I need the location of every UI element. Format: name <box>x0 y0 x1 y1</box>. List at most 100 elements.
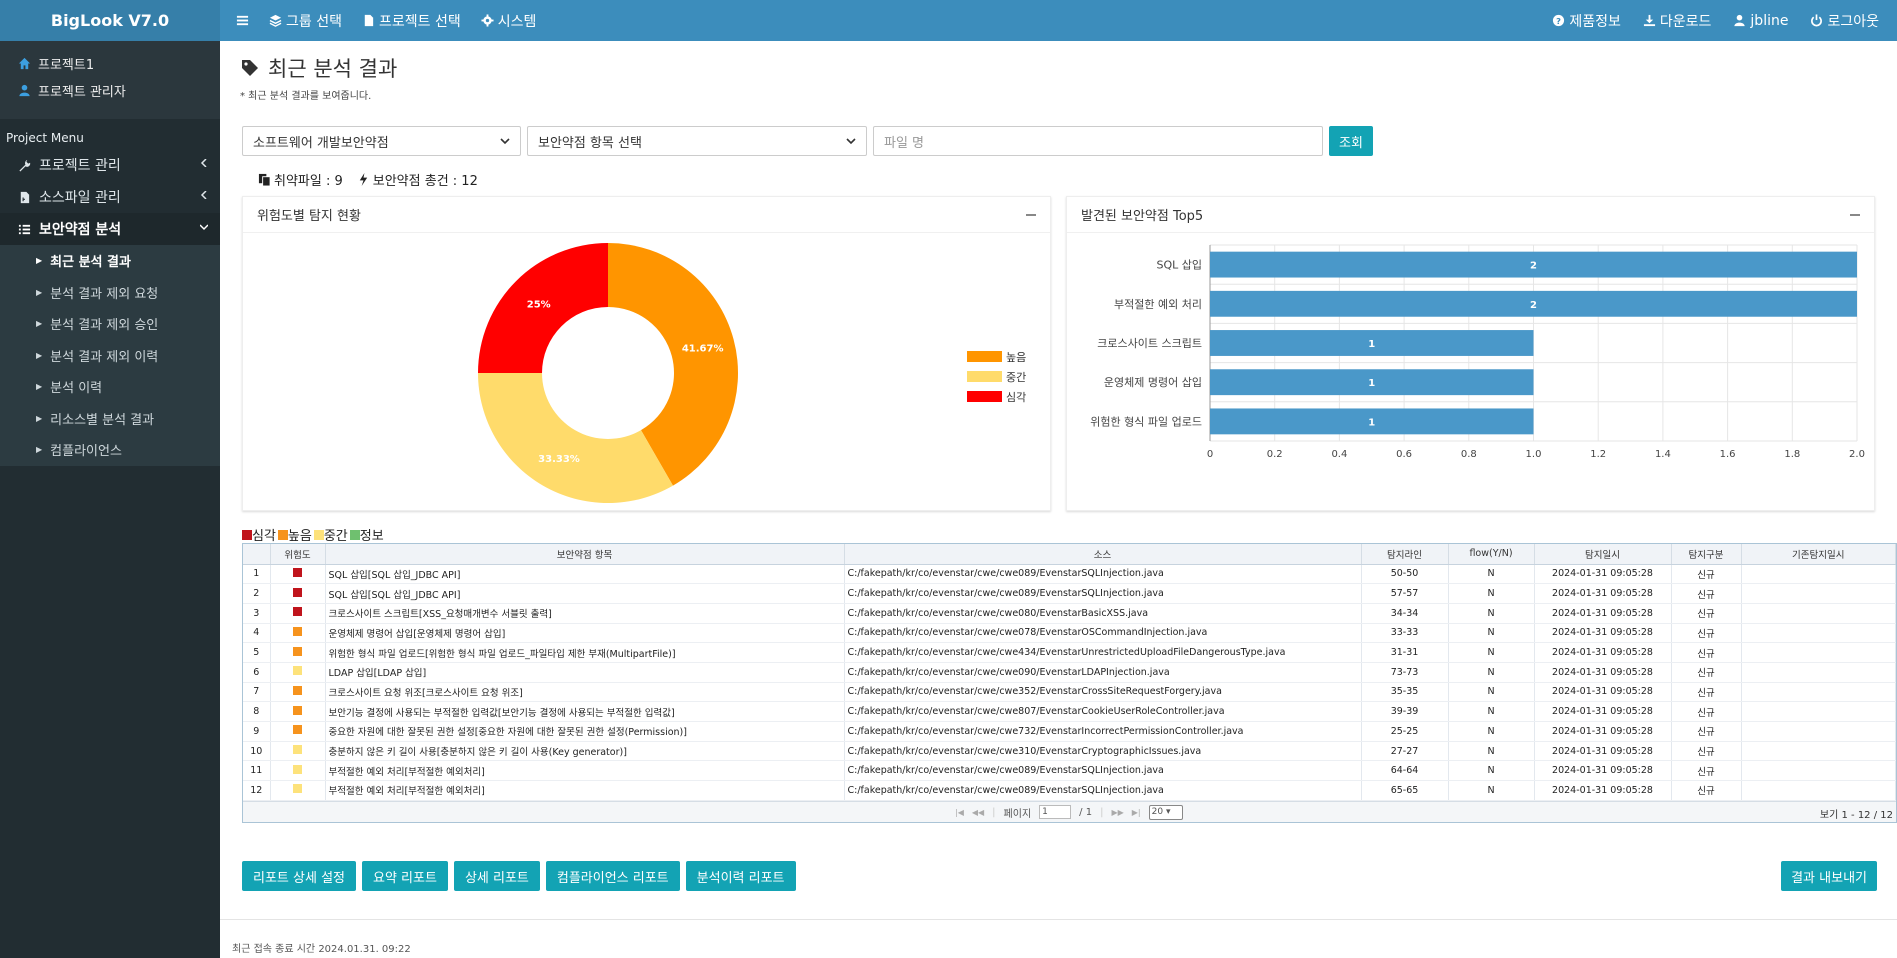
table-row[interactable]: 8 보안기능 결정에 사용되는 부적절한 입력값[보안기능 결정에 사용되는 부적… <box>243 701 1896 722</box>
cell-line: 27-27 <box>1361 741 1449 762</box>
pie-value-label: 33.33% <box>538 454 580 465</box>
sidebar-submenu: ▶ 최근 분석 결과 ▶ 분석 결과 제외 요청 ▶ 분석 결과 제외 승인 ▶ 분석 … <box>0 245 220 466</box>
bar-value-label: 2 <box>1530 300 1537 311</box>
cell-date: 2024-01-31 09:05:28 <box>1534 780 1672 801</box>
sidebar-subitem-resource-results[interactable]: ▶ 리소스별 분석 결과 <box>0 403 220 435</box>
sidebar-subitem-compliance[interactable]: ▶ 컴플라이언스 <box>0 434 220 466</box>
severity-square <box>293 587 302 597</box>
group-select-menu[interactable]: 그룹 선택 <box>269 11 342 31</box>
report-settings-button[interactable]: 리포트 상세 설정 <box>242 861 356 891</box>
pie-legend-swatch <box>967 391 1002 402</box>
col-source[interactable]: 소스 <box>844 544 1362 565</box>
legend-critical: 심각 <box>242 525 276 544</box>
gear-icon <box>481 14 494 27</box>
cell-date: 2024-01-31 09:05:28 <box>1534 760 1672 782</box>
sidebar-item-source-file-management[interactable]: 소스파일 관리 <box>0 181 220 213</box>
pie-slice[interactable] <box>478 373 673 503</box>
collapse-icon[interactable] <box>1850 213 1860 216</box>
cell-kind: 신규 <box>1671 760 1742 782</box>
pie-legend-label[interactable]: 높음 <box>1006 351 1026 364</box>
sidebar-admin[interactable]: 프로젝트 관리자 <box>0 77 220 104</box>
table-row[interactable]: 10 충분하지 않은 키 길이 사용[충분하지 않은 키 길이 사용(Key ge… <box>243 741 1896 762</box>
sidebar-subitem-exclusion-request[interactable]: ▶ 분석 결과 제외 요청 <box>0 277 220 309</box>
table-row[interactable]: 1 SQL 삽입[SQL 삽입_JDBC API] C:/fakepath/kr/c… <box>243 564 1896 585</box>
project-select-menu[interactable]: 프로젝트 선택 <box>362 11 461 31</box>
col-prev-date[interactable]: 기존탐지일시 <box>1741 544 1896 565</box>
history-report-button[interactable]: 분석이력 리포트 <box>685 861 796 891</box>
svg-text:?: ? <box>1556 16 1561 26</box>
first-page-icon[interactable]: |◀ <box>955 808 964 817</box>
cell-no: 10 <box>243 741 271 762</box>
table-row[interactable]: 12 부적절한 예외 처리[부적절한 예외처리] C:/fakepath/kr/co… <box>243 780 1896 801</box>
sidebar-subitem-exclusion-history[interactable]: ▶ 분석 결과 제외 이력 <box>0 340 220 372</box>
menu-toggle-icon[interactable] <box>236 14 249 27</box>
sidebar-subitem-exclusion-approval[interactable]: ▶ 분석 결과 제외 승인 <box>0 308 220 340</box>
cell-no: 1 <box>243 564 271 585</box>
table-row[interactable]: 6 LDAP 삽입[LDAP 삽입] C:/fakepath/kr/co/evens… <box>243 662 1896 683</box>
table-row[interactable]: 7 크로스사이트 요청 위조[크로스사이트 요청 위조] C:/fakepath/k… <box>243 682 1896 703</box>
compliance-report-button[interactable]: 컴플라이언스 리포트 <box>545 861 680 891</box>
cell-line: 39-39 <box>1361 701 1449 722</box>
table-row[interactable]: 3 크로스사이트 스크립트[XSS_요청매개변수 서블릿 출력] C:/fakepa… <box>243 603 1896 624</box>
col-no[interactable] <box>243 544 271 565</box>
table-row[interactable]: 9 중요한 자원에 대한 잘못된 권한 설정[중요한 자원에 대한 잘못된 권한 … <box>243 721 1896 742</box>
cell-severity <box>270 780 326 801</box>
brand-logo[interactable]: BigLook V7.0 <box>0 0 220 41</box>
pie-legend-swatch <box>967 371 1002 382</box>
next-page-icon[interactable]: ▶▶ <box>1111 808 1123 817</box>
cell-prev-date <box>1741 662 1896 683</box>
cell-flow: N <box>1448 682 1535 703</box>
file-name-input[interactable]: 파일 명 <box>873 126 1323 156</box>
weakness-item-select[interactable]: 보안약점 항목 선택 <box>527 126 867 156</box>
cell-kind: 신규 <box>1671 701 1742 722</box>
col-date[interactable]: 탐지일시 <box>1534 544 1672 565</box>
summary-report-button[interactable]: 요약 리포트 <box>362 861 448 891</box>
cell-line: 65-65 <box>1361 780 1449 801</box>
category-select[interactable]: 소프트웨어 개발보안약점 <box>242 126 521 156</box>
cell-source: C:/fakepath/kr/co/evenstar/cwe/cwe090/Ev… <box>844 662 1362 683</box>
sidebar-item-security-analysis[interactable]: 보안약점 분석 <box>0 213 220 245</box>
prev-page-icon[interactable]: ◀◀ <box>972 808 984 817</box>
page-number-input[interactable]: 1 <box>1039 805 1072 820</box>
cell-severity <box>270 760 326 782</box>
col-line[interactable]: 탐지라인 <box>1361 544 1449 565</box>
rows-per-page-select[interactable]: 20 ▾ <box>1148 804 1183 820</box>
product-info-link[interactable]: ? 제품정보 <box>1552 11 1621 31</box>
severity-square <box>293 784 302 794</box>
download-link[interactable]: 다운로드 <box>1643 11 1711 31</box>
logout-link[interactable]: 로그아웃 <box>1810 11 1879 31</box>
table-row[interactable]: 11 부적절한 예외 처리[부적절한 예외처리] C:/fakepath/kr/co… <box>243 760 1896 782</box>
home-icon <box>18 57 31 70</box>
collapse-icon[interactable] <box>1026 213 1036 216</box>
export-results-button[interactable]: 결과 내보내기 <box>1781 861 1877 891</box>
system-menu[interactable]: 시스템 <box>481 11 536 31</box>
severity-square <box>293 685 302 695</box>
table-row[interactable]: 2 SQL 삽입[SQL 삽입_JDBC API] C:/fakepath/kr/c… <box>243 583 1896 604</box>
sidebar-item-project-management[interactable]: 프로젝트 관리 <box>0 149 220 181</box>
cell-date: 2024-01-31 09:05:28 <box>1534 603 1672 624</box>
x-tick-label: 1.4 <box>1655 449 1671 460</box>
cell-flow: N <box>1448 760 1535 782</box>
sidebar-subitem-recent-results[interactable]: ▶ 최근 분석 결과 <box>0 245 220 277</box>
col-kind[interactable]: 탐지구분 <box>1671 544 1742 565</box>
page-subtitle: * 최근 분석 결과를 보여줍니다. <box>240 91 372 102</box>
detail-report-button[interactable]: 상세 리포트 <box>453 861 540 891</box>
last-page-icon[interactable]: ▶| <box>1132 808 1141 817</box>
col-item[interactable]: 보안약점 항목 <box>325 544 845 565</box>
tag-icon <box>242 60 258 76</box>
cell-prev-date <box>1741 682 1896 703</box>
table-row[interactable]: 4 운영체제 명령어 삽입[운영체제 명령어 삽입] C:/fakepath/kr/… <box>243 623 1896 644</box>
footer-last-login: 최근 접속 종료 시간 2024.01.31. 09:22 <box>220 919 1897 958</box>
sidebar-subitem-analysis-history[interactable]: ▶ 분석 이력 <box>0 371 220 403</box>
cell-prev-date <box>1741 741 1896 762</box>
pie-legend-label[interactable]: 심각 <box>1006 391 1026 404</box>
cell-flow: N <box>1448 564 1535 585</box>
col-severity[interactable]: 위험도 <box>270 544 326 565</box>
col-flow[interactable]: flow(Y/N) <box>1448 544 1535 565</box>
search-button[interactable]: 조회 <box>1329 126 1373 156</box>
bolt-icon <box>359 173 367 186</box>
pie-legend-label[interactable]: 중간 <box>1006 371 1026 384</box>
sidebar-project[interactable]: 프로젝트1 <box>0 50 220 77</box>
user-menu[interactable]: jbline <box>1733 13 1788 29</box>
table-row[interactable]: 5 위험한 형식 파일 업로드[위험한 형식 파일 업로드_파일타입 제한 부재(… <box>243 642 1896 663</box>
